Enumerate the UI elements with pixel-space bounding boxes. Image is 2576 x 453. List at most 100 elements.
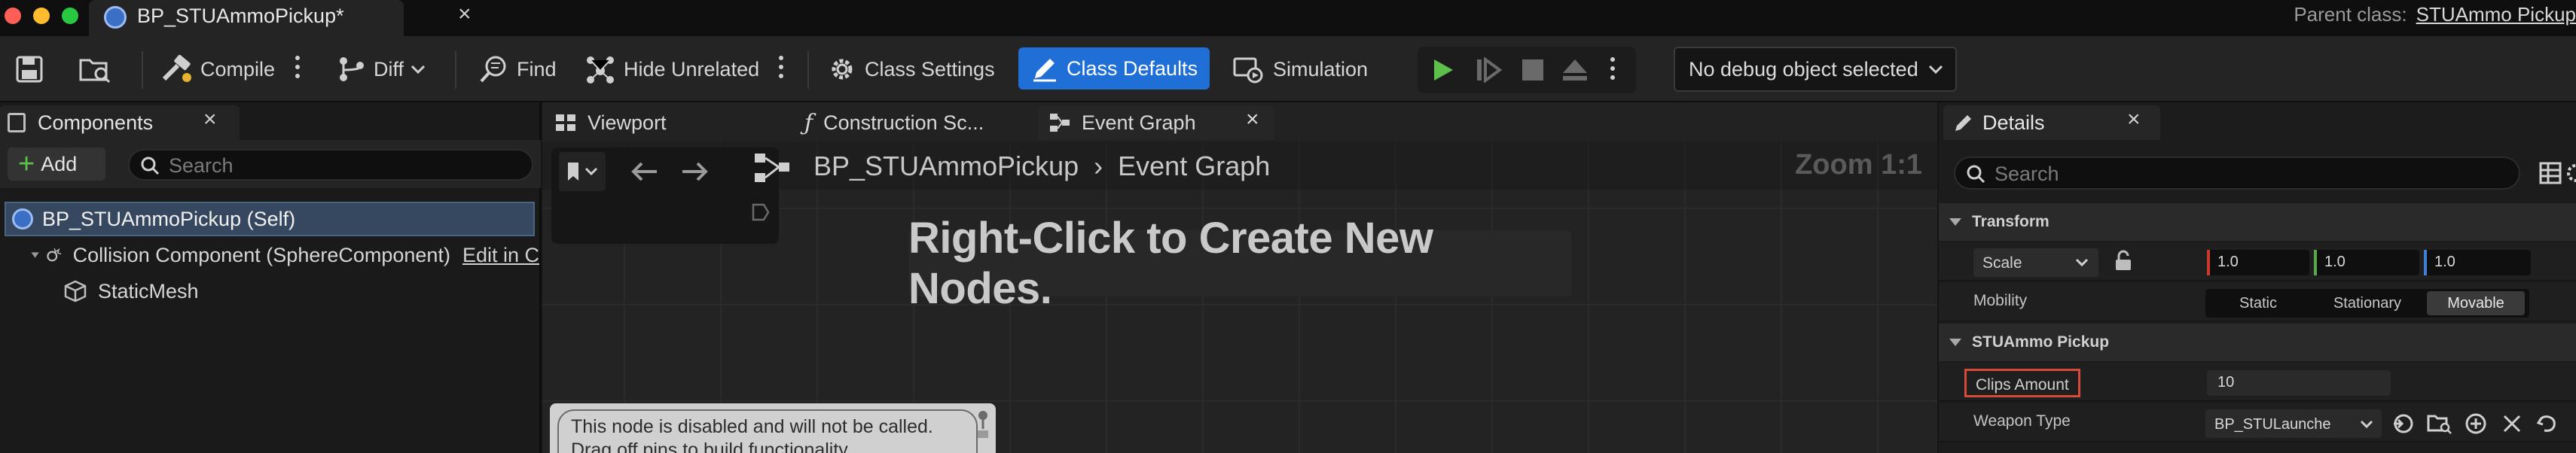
hide-unrelated-button[interactable]: Hide Unrelated xyxy=(584,51,759,87)
compile-options-kebab[interactable] xyxy=(295,53,301,83)
parent-class-link[interactable]: STUAmmo Pickup xyxy=(2416,3,2576,26)
search-icon xyxy=(1967,165,1985,184)
forward-arrow-icon[interactable] xyxy=(679,160,710,184)
mobility-movable-option[interactable]: Movable xyxy=(2427,291,2525,315)
axis-x-marker xyxy=(2207,250,2210,275)
browse-folder-icon xyxy=(79,59,111,84)
close-panel-icon[interactable]: × xyxy=(2127,107,2141,132)
diff-label: Diff xyxy=(374,57,404,81)
components-search-input[interactable] xyxy=(169,154,523,178)
find-button[interactable]: Find xyxy=(479,51,557,87)
graph-canvas[interactable]: BP_STUAmmoPickup › Event Graph Zoom 1:1 … xyxy=(542,141,1937,453)
table-view-icon[interactable] xyxy=(2538,161,2562,185)
back-arrow-icon[interactable] xyxy=(630,160,660,184)
use-selected-icon[interactable] xyxy=(2391,412,2415,435)
transform-category-label: Transform xyxy=(1972,213,2050,230)
close-window-button[interactable] xyxy=(5,8,21,24)
disabled-node-comment[interactable]: This node is disabled and will not be ca… xyxy=(550,403,996,453)
debug-object-select[interactable]: No debug object selected xyxy=(1674,47,1957,92)
tab-event-graph[interactable]: Event Graph × xyxy=(1038,105,1274,140)
hide-unrelated-options-kebab[interactable] xyxy=(779,53,785,83)
browse-asset-icon[interactable] xyxy=(2427,412,2452,435)
simulation-button[interactable]: Simulation xyxy=(1232,51,1368,87)
save-button[interactable] xyxy=(15,51,44,87)
details-tab-label: Details xyxy=(1982,111,2045,134)
weapon-type-select[interactable]: BP_STULaunche xyxy=(2205,409,2382,438)
tab-viewport[interactable]: Viewport xyxy=(554,105,667,140)
sphere-collision-icon xyxy=(47,248,62,262)
close-panel-icon[interactable]: × xyxy=(203,107,217,132)
minimize-window-button[interactable] xyxy=(33,8,50,24)
reset-icon[interactable] xyxy=(2535,412,2558,435)
close-tab-icon[interactable]: × xyxy=(458,2,472,27)
main-toolbar: Compile Diff Find Hide Unrelated Class S… xyxy=(0,36,2576,102)
scale-x-field[interactable]: 1.0 xyxy=(2207,250,2309,275)
eject-icon[interactable] xyxy=(1561,57,1589,83)
clips-amount-field[interactable]: 10 xyxy=(2207,370,2391,396)
axis-y-marker xyxy=(2314,250,2317,275)
simulation-label: Simulation xyxy=(1273,57,1369,81)
tree-item-collision[interactable]: Collision Component (SphereComponent) Ed… xyxy=(30,238,539,272)
edit-in-cpp-link[interactable]: Edit in C xyxy=(462,244,539,267)
add-icon[interactable] xyxy=(2465,412,2487,435)
lock-icon[interactable] xyxy=(2114,250,2133,272)
scale-z-field[interactable]: 1.0 xyxy=(2424,250,2531,275)
breadcrumb-graph[interactable]: Event Graph xyxy=(1118,150,1270,181)
weapon-type-row: Weapon Type BP_STULaunche xyxy=(1939,403,2576,442)
simulation-icon xyxy=(1233,57,1263,84)
class-defaults-button[interactable]: Class Defaults xyxy=(1018,47,1210,90)
scale-y-field[interactable]: 1.0 xyxy=(2314,250,2419,275)
debug-object-value: No debug object selected xyxy=(1689,57,1918,81)
tab-construction-script[interactable]: ƒ Construction Sc... xyxy=(804,105,984,140)
edit-defaults-icon xyxy=(1033,59,1056,82)
transform-category[interactable]: Transform xyxy=(1939,203,2576,241)
tree-item-self-label: BP_STUAmmoPickup (Self) xyxy=(42,207,296,230)
pin-icon[interactable] xyxy=(975,409,991,439)
find-icon xyxy=(480,56,506,83)
add-label: Add xyxy=(41,152,78,175)
tree-item-collision-label: Collision Component (SphereComponent) xyxy=(72,243,450,266)
diff-button[interactable]: Diff xyxy=(337,51,426,87)
tree-item-static-mesh[interactable]: StaticMesh xyxy=(63,274,199,309)
stuammo-pickup-category[interactable]: STUAmmo Pickup xyxy=(1939,324,2576,361)
details-pencil-icon xyxy=(1955,115,1971,131)
disabled-node-text: This node is disabled and will not be ca… xyxy=(557,409,978,453)
class-settings-button[interactable]: Class Settings xyxy=(827,51,995,87)
document-tab-title: BP_STUAmmoPickup* xyxy=(137,5,344,27)
mobility-row: Mobility Static Stationary Movable xyxy=(1939,283,2576,322)
breadcrumb-blueprint[interactable]: BP_STUAmmoPickup xyxy=(813,150,1079,181)
graph-hierarchy-icon[interactable] xyxy=(753,152,791,184)
scale-select[interactable]: Scale xyxy=(1973,248,2098,277)
mobility-stationary-option[interactable]: Stationary xyxy=(2311,289,2424,318)
details-search-input[interactable] xyxy=(1995,162,2507,186)
title-bar: BP_STUAmmoPickup* × Parent class: STUAmmo… xyxy=(0,0,2576,36)
close-tab-icon[interactable]: × xyxy=(1246,107,1259,132)
add-component-button[interactable]: + Add xyxy=(8,147,105,181)
compile-button[interactable]: Compile xyxy=(161,51,275,87)
search-icon xyxy=(141,157,160,175)
tree-item-self[interactable]: BP_STUAmmoPickup (Self) xyxy=(5,202,535,236)
event-graph-icon xyxy=(1050,114,1070,132)
browse-button[interactable] xyxy=(78,51,111,87)
bookmark-icon xyxy=(568,163,598,181)
bookmark-button[interactable] xyxy=(559,152,606,191)
step-forward-icon[interactable] xyxy=(1475,57,1502,83)
play-options-kebab[interactable] xyxy=(1610,54,1616,84)
tab-construction-label: Construction Sc... xyxy=(823,111,984,134)
collapse-arrow-icon[interactable] xyxy=(30,250,40,260)
play-icon[interactable] xyxy=(1430,57,1455,83)
scale-y-value: 1.0 xyxy=(2324,254,2346,270)
components-tab[interactable]: Components × xyxy=(0,105,240,140)
components-panel: Components × + Add BP_STUAmmoPickup (Sel… xyxy=(0,102,541,453)
toolbar-separator xyxy=(455,51,456,89)
maximize-window-button[interactable] xyxy=(62,8,78,24)
details-tab[interactable]: Details × xyxy=(1943,105,2160,140)
mobility-static-option[interactable]: Static xyxy=(2205,289,2311,318)
settings-gear-icon[interactable] xyxy=(2567,161,2576,185)
stop-icon[interactable] xyxy=(1520,57,1546,83)
expand-arrow-icon xyxy=(1949,339,1961,346)
document-tab[interactable]: BP_STUAmmoPickup* × xyxy=(89,0,472,36)
find-label: Find xyxy=(517,57,557,81)
breadcrumb: BP_STUAmmoPickup › Event Graph xyxy=(813,150,1270,182)
clear-icon[interactable] xyxy=(2501,412,2523,435)
